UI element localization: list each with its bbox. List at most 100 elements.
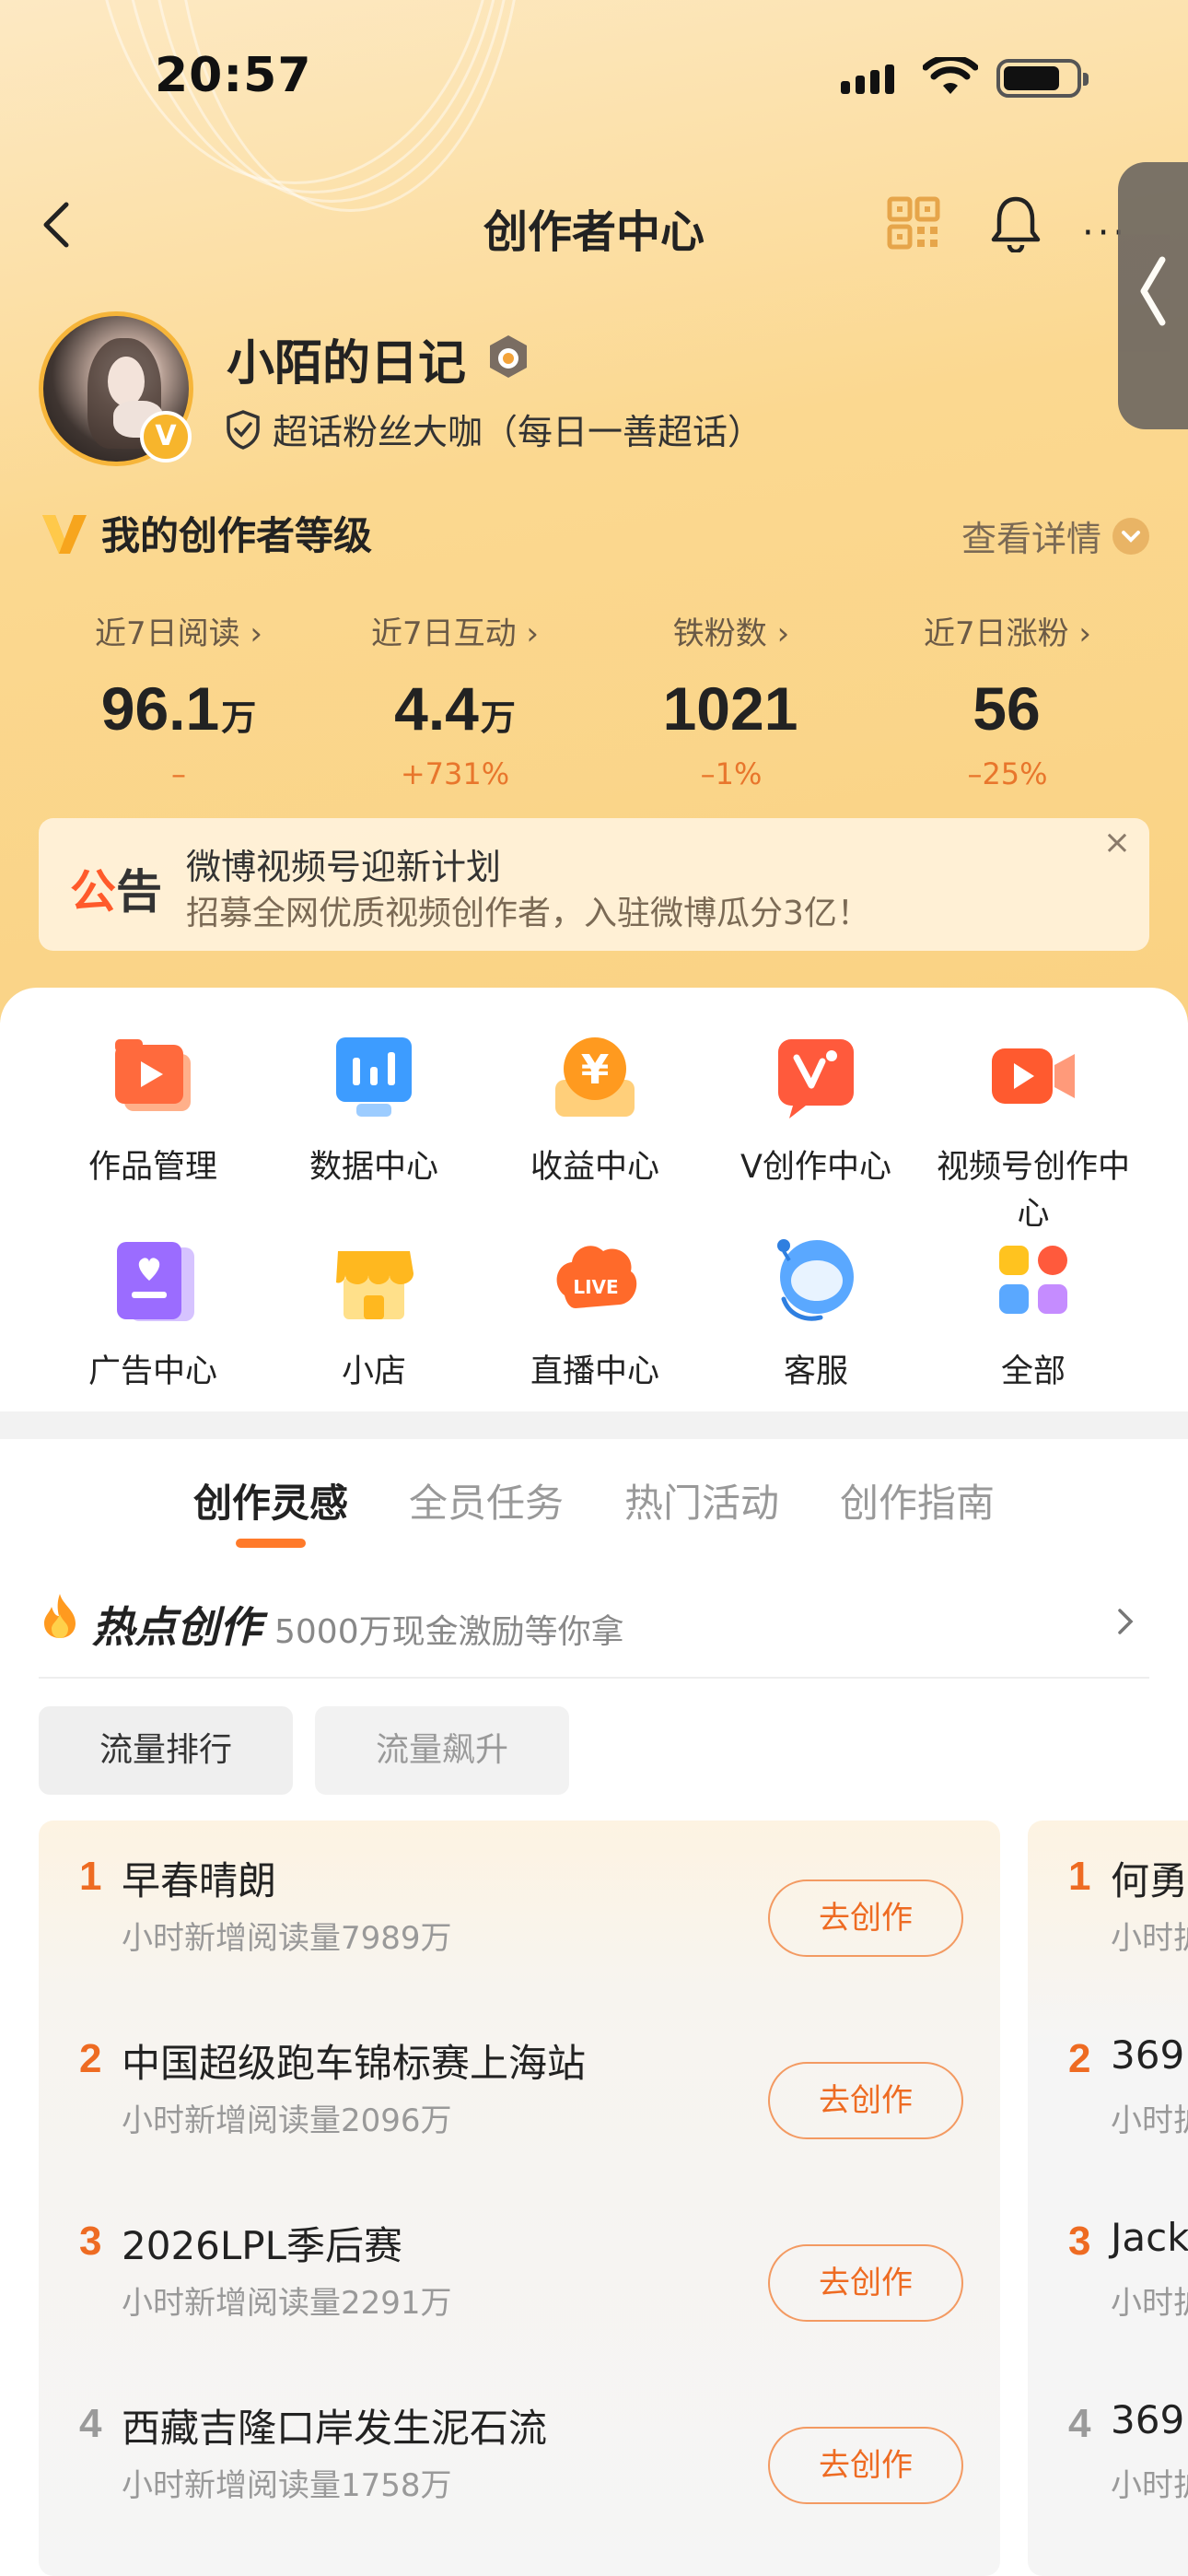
qr-code-icon[interactable] [886,195,941,251]
list-item[interactable]: 4 西藏吉隆口岸发生泥石流 小时新增阅读量1758万 去创作 [39,2368,1000,2550]
stat-value: 96.1 [100,674,220,743]
ranking-list-secondary: 1 何勇 小时护 2 369 小时护 3 Jack 小时护 4 369 小时护 [1028,1821,1188,2576]
create-button[interactable]: 去创作 [768,2062,963,2139]
topic-name: 何勇 [1111,1858,1188,1903]
nav-bar: 创作者中心 ··· [0,175,1188,276]
create-button[interactable]: 去创作 [768,2427,963,2504]
side-drawer-handle[interactable] [1118,162,1188,429]
active-tab-indicator [236,1539,306,1548]
notice-subtitle: 招募全网优质视频创作者，入驻微博瓜分3亿！ [186,895,870,932]
tab-hot-events[interactable]: 热门活动 [624,1472,779,1528]
stat-value: 56 [973,674,1041,743]
content-tabs: 创作灵感 全员任务 热门活动 创作指南 [0,1465,1188,1548]
tab-guide[interactable]: 创作指南 [840,1472,995,1528]
status-time: 20:57 [155,48,312,103]
stat-change: – [171,756,186,791]
topic-name: 2026LPL季后赛 [122,2223,403,2268]
hot-creation-subtitle: 5000万现金激励等你拿 [274,1613,624,1651]
filter-traffic-surge[interactable]: 流量飙升 [315,1706,569,1795]
list-item[interactable]: 3 2026LPL季后赛 小时新增阅读量2291万 去创作 [39,2185,1000,2368]
username[interactable]: 小陌的日记 [227,324,466,393]
topic-reads: 小时护 [1111,2467,1188,2504]
list-item[interactable]: 4 369 小时护 [1028,2368,1188,2550]
tab-inspiration[interactable]: 创作灵感 [193,1472,348,1528]
v-creator-icon [765,1026,867,1128]
stat-new-fans[interactable]: 近7日涨粉 › 56 –25% [869,608,1146,791]
stat-unit: 万 [221,699,257,738]
menu-item-video-channel[interactable]: 视频号创作中心 [923,1026,1144,1235]
topic-reads: 小时新增阅读量7989万 [122,1920,452,1957]
menu-grid: 作品管理 数据中心 ¥ 收益中心 V创作中心 视频号创作中心 广告中心 小店 L… [0,988,1188,1411]
chevron-down-icon [1112,517,1149,555]
menu-item-shop[interactable]: 小店 [263,1231,484,1392]
stat-label: 近7日涨粉 › [923,615,1092,652]
data-icon [323,1026,425,1128]
close-icon[interactable]: × [1094,820,1140,866]
rank-number: 4 [79,2401,102,2446]
svg-text:LIVE: LIVE [573,1276,618,1298]
menu-label: 数据中心 [309,1149,438,1186]
menu-item-data[interactable]: 数据中心 [263,1026,484,1188]
chevron-left-icon [1140,256,1166,326]
rank-number: 2 [79,2036,102,2081]
stat-label: 近7日阅读 › [94,615,263,652]
creator-level-heading: 我的创作者等级 [41,505,372,561]
menu-item-ads[interactable]: 广告中心 [42,1231,263,1392]
topic-reads: 小时新增阅读量1758万 [122,2467,452,2504]
svg-text:¥: ¥ [581,1047,610,1094]
list-item[interactable]: 1 何勇 小时护 [1028,1821,1188,2003]
rank-number: 1 [1068,1854,1091,1899]
stat-reads[interactable]: 近7日阅读 › 96.1万 – [41,608,317,791]
menu-label: 视频号创作中心 [936,1149,1130,1233]
menu-label: 直播中心 [530,1353,659,1390]
fan-title-text: 超话粉丝大咖（每日一善超话） [273,412,763,452]
list-item[interactable]: 3 Jack 小时护 [1028,2185,1188,2368]
stat-label: 铁粉数 › [672,615,790,652]
menu-item-support[interactable]: 客服 [705,1231,926,1392]
notice-banner[interactable]: 公告 微博视频号迎新计划 招募全网优质视频创作者，入驻微博瓜分3亿！ × [39,818,1149,951]
create-button[interactable]: 去创作 [768,2244,963,2322]
list-item[interactable]: 2 369 小时护 [1028,2003,1188,2185]
menu-label: 作品管理 [87,1149,217,1186]
video-icon [983,1026,1084,1128]
topic-name: 369 [1111,2397,1185,2442]
shop-icon [323,1231,425,1332]
hot-creation-header[interactable]: 热点创作 5000万现金激励等你拿 [39,1587,1149,1679]
tab-tasks[interactable]: 全员任务 [409,1472,564,1528]
menu-item-all[interactable]: 全部 [923,1231,1144,1392]
ranking-list: 1 早春晴朗 小时新增阅读量7989万 去创作 2 中国超级跑车锦标赛上海站 小… [39,1821,1000,2576]
stat-interactions[interactable]: 近7日互动 › 4.4万 +731% [317,608,593,791]
stat-label: 近7日互动 › [370,615,540,652]
rank-number: 3 [79,2219,102,2264]
status-bar: 20:57 [0,0,1188,138]
stat-iron-fans[interactable]: 铁粉数 › 1021 –1% [593,608,869,791]
stat-change: –1% [700,756,763,791]
ads-icon [102,1231,204,1332]
menu-label: V创作中心 [740,1149,891,1186]
filter-traffic-rank[interactable]: 流量排行 [39,1706,293,1795]
menu-label: 小店 [341,1353,406,1390]
menu-item-works[interactable]: 作品管理 [42,1026,263,1188]
chevron-right-icon [1118,1609,1134,1634]
list-item[interactable]: 1 早春晴朗 小时新增阅读量7989万 去创作 [39,1821,1000,2003]
create-button[interactable]: 去创作 [768,1879,963,1957]
level-badge-icon[interactable] [485,334,531,380]
wifi-icon [923,57,978,94]
rank-number: 2 [1068,2036,1091,2081]
bell-icon[interactable] [988,193,1043,252]
topic-reads: 小时新增阅读量2291万 [122,2285,452,2322]
creator-level-title: 我的创作者等级 [101,513,373,558]
view-detail-link[interactable]: 查看详情 [961,510,1149,561]
rank-number: 3 [1068,2219,1091,2264]
support-icon [765,1231,867,1332]
stat-change: +731% [400,756,510,791]
menu-label: 客服 [783,1353,848,1390]
list-item[interactable]: 2 中国超级跑车锦标赛上海站 小时新增阅读量2096万 去创作 [39,2003,1000,2185]
menu-label: 全部 [1000,1353,1066,1390]
menu-item-earnings[interactable]: ¥ 收益中心 [484,1026,705,1188]
topic-name: 早春晴朗 [122,1858,277,1903]
rank-number: 4 [1068,2401,1091,2446]
menu-item-live[interactable]: LIVE 直播中心 [484,1231,705,1392]
menu-item-v-creator[interactable]: V创作中心 [705,1026,926,1188]
fan-title[interactable]: 超话粉丝大咖（每日一善超话） [225,404,763,454]
